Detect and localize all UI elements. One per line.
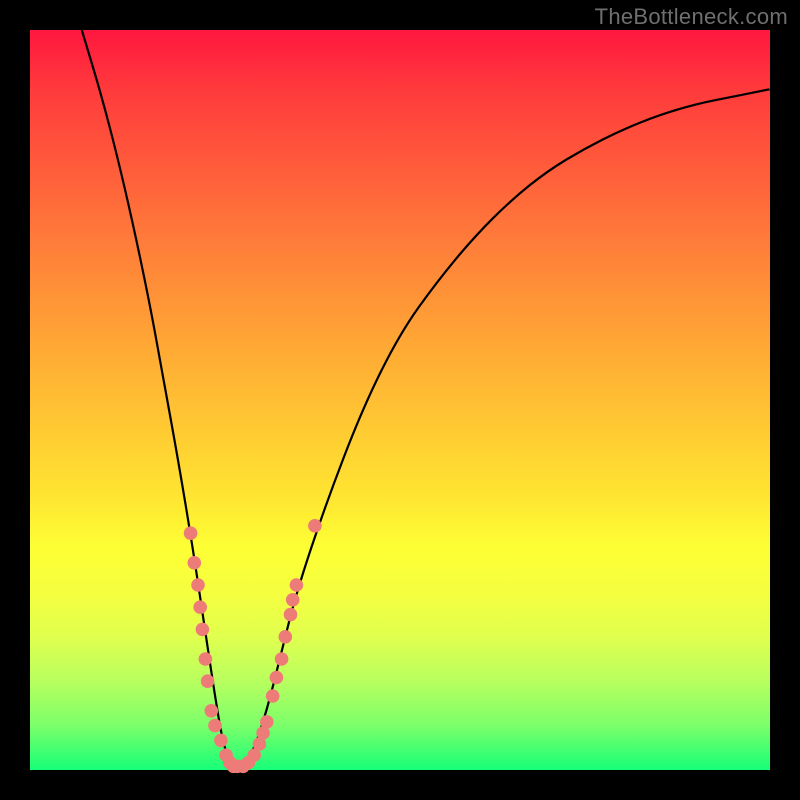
scatter-point [214,734,228,748]
scatter-point [199,652,213,666]
scatter-point [275,652,289,666]
scatter-point [270,671,284,685]
scatter-point [188,556,202,570]
chart-svg [30,30,770,770]
scatter-point [290,578,304,592]
scatter-point [286,593,300,607]
scatter-point [191,578,205,592]
bottleneck-curve-line [82,30,770,768]
scatter-group [184,519,322,773]
scatter-point [279,630,293,644]
scatter-point [196,623,210,637]
scatter-point [205,704,219,718]
watermark-text: TheBottleneck.com [595,4,788,30]
scatter-point [284,608,298,622]
chart-plot-area [30,30,770,770]
scatter-point [193,600,207,614]
scatter-point [308,519,322,533]
scatter-point [260,715,274,729]
scatter-point [266,689,280,703]
scatter-point [201,674,215,688]
scatter-point [184,526,198,540]
scatter-point [208,719,222,733]
